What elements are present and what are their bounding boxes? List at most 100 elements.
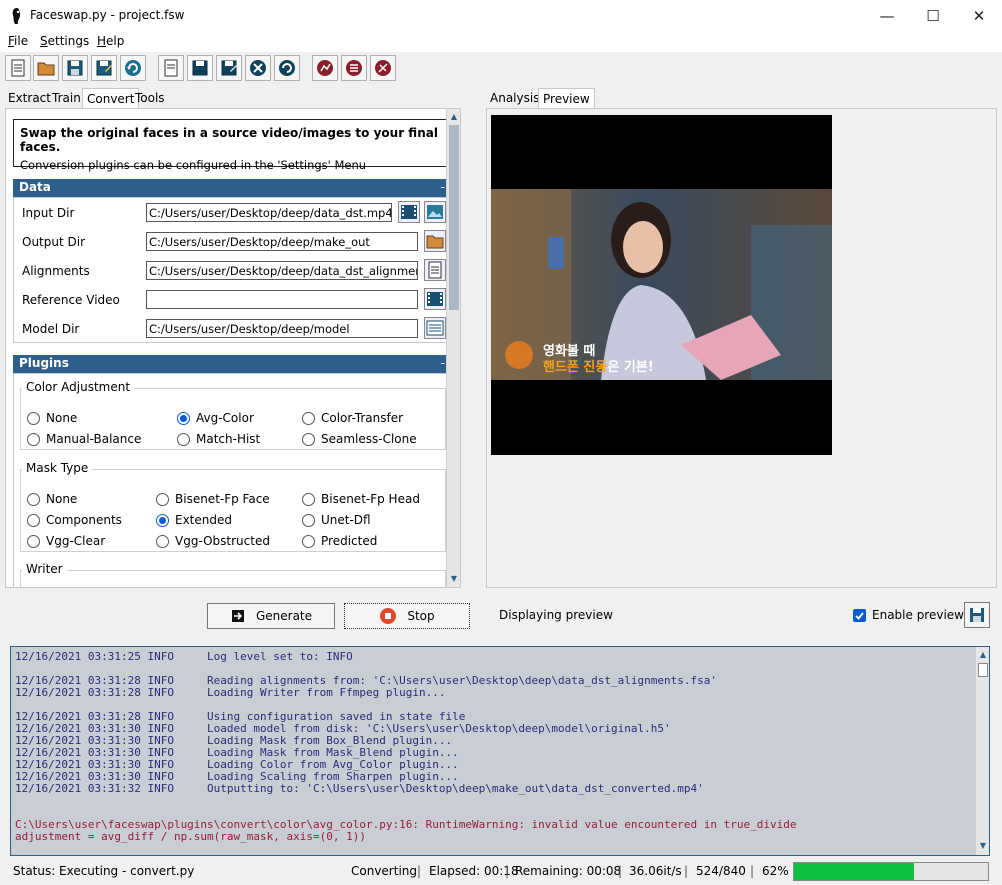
radio-seamless-clone[interactable]: Seamless-Clone [302, 432, 417, 446]
mask-type-title: Mask Type [22, 461, 93, 475]
title-bar: Faceswap.py - project.fsw — ☐ ✕ [0, 0, 1002, 32]
save-icon [970, 608, 984, 622]
convert-options-panel: Swap the original faces in a source vide… [5, 108, 461, 588]
radio-bisenet-fp-head[interactable]: Bisenet-Fp Head [302, 492, 420, 506]
folder-icon [37, 62, 55, 76]
radio-indicator[interactable] [27, 411, 40, 425]
scroll-up-icon[interactable]: ▲ [977, 649, 989, 661]
tab-analysis[interactable]: Analysis [486, 88, 543, 108]
radio-unet-dfl[interactable]: Unet-Dfl [302, 513, 371, 527]
output-dir-button[interactable] [424, 230, 446, 252]
reference-video-field[interactable] [146, 290, 418, 309]
alignments-button[interactable] [424, 259, 446, 281]
app-icon [12, 8, 21, 24]
output-dir-field[interactable]: C:/Users/user/Desktop/deep/make_out [146, 232, 418, 251]
clear-icon [250, 60, 266, 76]
preview-image: 영화볼 때 핸드폰 진동은 기본! [491, 115, 832, 455]
collapse-toggle[interactable]: - [441, 356, 445, 370]
menu-settings[interactable]: Settings [40, 34, 89, 48]
graph-button[interactable] [312, 55, 338, 81]
radio-predicted[interactable]: Predicted [302, 534, 377, 548]
radio-indicator[interactable] [27, 492, 40, 506]
radio-vgg-clear[interactable]: Vgg-Clear [27, 534, 105, 548]
stop-button[interactable]: Stop [344, 603, 470, 629]
radio-none[interactable]: None [27, 492, 77, 506]
enable-preview-checkbox[interactable] [853, 609, 866, 622]
tab-tools[interactable]: Tools [131, 88, 169, 108]
radio-color-transfer[interactable]: Color-Transfer [302, 411, 403, 425]
console-line: 12/16/2021 03:31:32 INFO Outputting to: … [15, 782, 704, 795]
radio-vgg-obstructed[interactable]: Vgg-Obstructed [156, 534, 270, 548]
alignments-field[interactable]: C:/Users/user/Desktop/deep/data_dst_alig… [146, 261, 418, 280]
radio-indicator[interactable] [302, 534, 315, 548]
scroll-thumb[interactable] [449, 125, 459, 310]
radio-extended[interactable]: Extended [156, 513, 232, 527]
input-images-button[interactable] [424, 201, 446, 223]
scroll-down-icon[interactable]: ▼ [977, 840, 989, 852]
left-scrollbar[interactable]: ▲ ▼ [446, 109, 460, 587]
radio-indicator[interactable] [302, 513, 315, 527]
maximize-button[interactable]: ☐ [910, 0, 956, 32]
radio-indicator[interactable] [156, 492, 169, 506]
minimize-button[interactable]: — [864, 0, 910, 32]
menu-file[interactable]: File [8, 34, 28, 48]
save-task-as-button[interactable] [216, 55, 242, 81]
reload-task-button[interactable] [274, 55, 300, 81]
save-task-button[interactable] [187, 55, 213, 81]
radio-none[interactable]: None [27, 411, 77, 425]
input-video-button[interactable] [398, 201, 420, 223]
radio-avg-color[interactable]: Avg-Color [177, 411, 254, 425]
scroll-up-icon[interactable]: ▲ [448, 111, 460, 123]
radio-indicator[interactable] [302, 432, 315, 446]
tab-train[interactable]: Train [48, 88, 85, 108]
radio-components[interactable]: Components [27, 513, 122, 527]
new-project-button[interactable] [5, 55, 31, 81]
generate-button[interactable]: Generate [207, 603, 335, 629]
radio-indicator[interactable] [156, 534, 169, 548]
list-button[interactable] [341, 55, 367, 81]
data-section-header[interactable]: Data - [13, 179, 453, 197]
color-adjustment-title: Color Adjustment [22, 380, 135, 394]
stop-icon [380, 608, 397, 624]
reload-project-button[interactable] [120, 55, 146, 81]
tab-preview[interactable]: Preview [538, 88, 595, 108]
radio-indicator[interactable] [156, 513, 169, 527]
model-dir-field[interactable]: C:/Users/user/Desktop/deep/model [146, 319, 418, 338]
model-dir-button[interactable] [424, 317, 446, 339]
reference-video-button[interactable] [424, 288, 446, 310]
model-dir-label: Model Dir [22, 322, 80, 336]
plugins-section-header[interactable]: Plugins - [13, 355, 453, 373]
donate-button[interactable] [370, 55, 396, 81]
radio-indicator[interactable] [27, 513, 40, 527]
radio-indicator[interactable] [177, 411, 190, 425]
radio-label: None [46, 492, 78, 506]
scroll-down-icon[interactable]: ▼ [448, 573, 460, 585]
input-dir-field[interactable]: C:/Users/user/Desktop/deep/data_dst.mp4 [146, 203, 392, 222]
input-dir-label: Input Dir [22, 206, 75, 220]
radio-indicator[interactable] [177, 432, 190, 446]
clear-task-button[interactable] [245, 55, 271, 81]
status-remaining: Remaining: 00:08 [515, 864, 622, 878]
radio-indicator[interactable] [27, 432, 40, 446]
radio-label: Bisenet-Fp Face [175, 492, 270, 506]
save-project-button[interactable] [62, 55, 88, 81]
radio-label: Extended [175, 513, 232, 527]
console-scrollbar[interactable]: ▲ ▼ [975, 647, 989, 855]
close-button[interactable]: ✕ [956, 0, 1002, 32]
collapse-toggle[interactable]: - [441, 180, 445, 194]
radio-indicator[interactable] [302, 492, 315, 506]
menu-help[interactable]: Help [97, 34, 124, 48]
radio-indicator[interactable] [27, 534, 40, 548]
scroll-thumb[interactable] [978, 663, 988, 677]
new-task-button[interactable] [158, 55, 184, 81]
radio-label: Components [46, 513, 122, 527]
console-output[interactable]: 12/16/2021 03:31:25 INFO Log level set t… [10, 646, 990, 856]
radio-manual-balance[interactable]: Manual-Balance [27, 432, 141, 446]
radio-match-hist[interactable]: Match-Hist [177, 432, 260, 446]
radio-bisenet-fp-face[interactable]: Bisenet-Fp Face [156, 492, 270, 506]
open-project-button[interactable] [33, 55, 59, 81]
save-preview-button[interactable] [964, 602, 990, 628]
save-as-project-button[interactable] [91, 55, 117, 81]
image-icon [427, 205, 443, 219]
radio-indicator[interactable] [302, 411, 315, 425]
